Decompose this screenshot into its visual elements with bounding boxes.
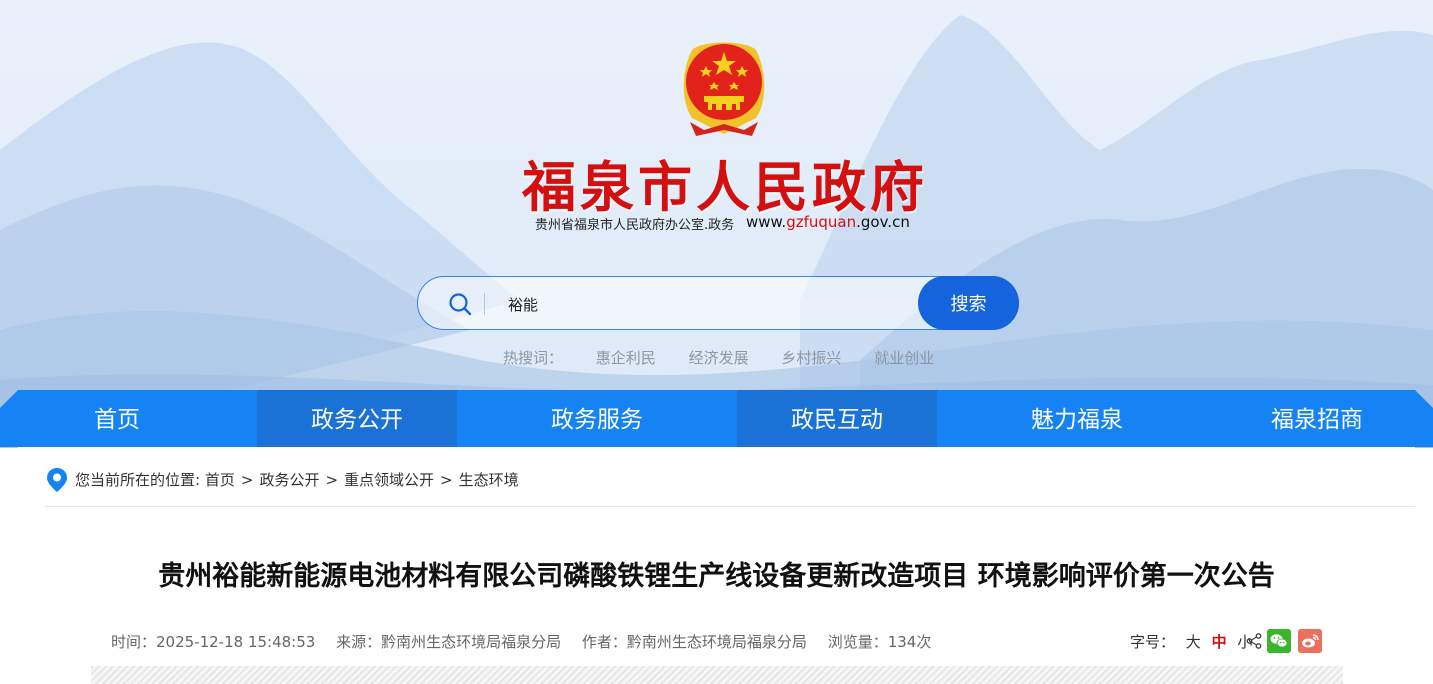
site-url-suffix: .gov.cn <box>856 213 910 231</box>
font-size-label: 字号： <box>1130 633 1176 651</box>
search-divider <box>484 293 485 315</box>
article-views: 浏览量：134次 <box>827 633 932 651</box>
search-icon[interactable] <box>448 292 472 316</box>
nav-item-home[interactable]: 首页 <box>17 390 217 447</box>
location-pin-icon <box>47 468 67 492</box>
article-time: 时间：2025-12-18 15:48:53 <box>111 633 316 651</box>
wechat-share-icon[interactable] <box>1267 629 1291 653</box>
nav-item-investment[interactable]: 福泉招商 <box>1217 390 1417 447</box>
article-source: 来源：黔南州生态环境局福泉分局 <box>336 633 562 651</box>
content-divider-pattern <box>91 666 1343 684</box>
nav-item-government-affairs[interactable]: 政务公开 <box>257 390 457 447</box>
search-input[interactable] <box>508 291 908 317</box>
breadcrumb-prefix: 您当前所在的位置: <box>75 471 201 489</box>
share-icon[interactable] <box>1246 633 1262 649</box>
site-url: www.gzfuquan.gov.cn <box>746 213 910 231</box>
nav-item-interaction[interactable]: 政民互动 <box>737 390 937 447</box>
breadcrumb-separator: > <box>440 471 453 489</box>
breadcrumb: 您当前所在的位置: 首页 > 政务公开 > 重点领域公开 > 生态环境 <box>75 469 519 490</box>
article-meta: 时间：2025-12-18 15:48:53 来源：黔南州生态环境局福泉分局 作… <box>111 631 947 652</box>
site-title: 福泉市人民政府 <box>522 155 928 219</box>
search-bar: 搜索 <box>417 276 1019 330</box>
weibo-share-icon[interactable] <box>1298 629 1322 653</box>
national-emblem-icon <box>683 42 765 136</box>
hot-search-item[interactable]: 就业创业 <box>874 349 934 367</box>
breadcrumb-item-environment[interactable]: 生态环境 <box>459 471 519 489</box>
site-url-domain: gzfuquan <box>786 213 857 231</box>
hot-search-item[interactable]: 乡村振兴 <box>781 349 841 367</box>
article-author: 作者：黔南州生态环境局福泉分局 <box>581 633 807 651</box>
site-header: 福泉市人民政府 贵州省福泉市人民政府办公室.政务 www.gzfuquan.go… <box>0 0 1433 448</box>
hot-search-item[interactable]: 经济发展 <box>689 349 749 367</box>
search-button[interactable]: 搜索 <box>918 276 1019 330</box>
hot-search-label: 热搜词： <box>503 349 564 367</box>
breadcrumb-separator: > <box>240 471 254 489</box>
nav-item-charm-fuquan[interactable]: 魅力福泉 <box>977 390 1177 447</box>
breadcrumb-divider <box>45 506 1415 507</box>
hot-search-words: 热搜词： 惠企利民 经济发展 乡村振兴 就业创业 <box>503 347 962 368</box>
article-title: 贵州裕能新能源电池材料有限公司磷酸铁锂生产线设备更新改造项目 环境影响评价第一次… <box>158 561 1275 592</box>
font-size-large[interactable]: 大 <box>1186 633 1201 651</box>
main-nav: 首页 政务公开 政务服务 政民互动 魅力福泉 福泉招商 <box>0 390 1433 447</box>
breadcrumb-item-key-areas[interactable]: 重点领域公开 <box>344 471 434 489</box>
site-url-prefix: www. <box>746 213 787 231</box>
font-size-control: 字号： 大 中 小 <box>1130 631 1252 652</box>
site-subtitle: 贵州省福泉市人民政府办公室.政务 <box>535 218 735 233</box>
breadcrumb-item-government-affairs[interactable]: 政务公开 <box>259 471 319 489</box>
hot-search-item[interactable]: 惠企利民 <box>596 349 656 367</box>
breadcrumb-item-home[interactable]: 首页 <box>205 471 235 489</box>
nav-item-government-services[interactable]: 政务服务 <box>497 390 697 447</box>
font-size-medium[interactable]: 中 <box>1212 633 1227 651</box>
breadcrumb-separator: > <box>325 471 339 489</box>
